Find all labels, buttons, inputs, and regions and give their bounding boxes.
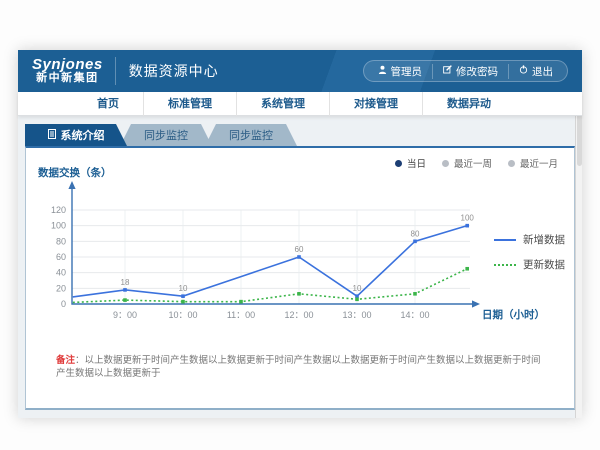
x-axis-arrow-icon (472, 300, 480, 307)
nav-item-standard-mgmt[interactable]: 标准管理 (143, 92, 236, 116)
data-point (465, 224, 469, 228)
page-title: 数据资源中心 (116, 61, 219, 81)
user-icon (378, 65, 387, 77)
data-point (355, 294, 359, 298)
user-menu: 管理员 修改密码 退出 (363, 60, 569, 82)
data-point-label: 60 (295, 245, 304, 254)
logo: Synjones 新中新集团 (18, 57, 116, 85)
edit-icon (443, 65, 452, 77)
tab-label: 系统介绍 (61, 127, 105, 143)
line-chart: 0 20 40 60 80 100 120 9：00 10：00 11：00 12：00 13：00 1… (26, 148, 574, 348)
power-icon (519, 65, 528, 77)
data-point (413, 292, 417, 296)
app-window: Synjones 新中新集团 数据资源中心 管理员 修改密码 退出 (18, 50, 582, 418)
user-button[interactable]: 管理员 (368, 64, 433, 79)
series-line-新增数据 (73, 226, 467, 297)
x-tick-label: 13：00 (342, 310, 371, 320)
data-point (239, 300, 243, 304)
time-range-filter: 当日 最近一周 最近一月 (395, 156, 558, 170)
y-tick-label: 0 (61, 299, 66, 309)
radio-dot-icon (395, 160, 402, 167)
series-line-更新数据 (73, 269, 467, 303)
tab-label: 同步监控 (229, 127, 273, 143)
x-tick-label: 10：00 (168, 310, 197, 320)
tab-bar: 系统介绍 同步监控 同步监控 (25, 124, 582, 146)
logout-label: 退出 (532, 64, 553, 79)
tab-label: 同步监控 (144, 127, 188, 143)
nav-item-data-change[interactable]: 数据异动 (422, 92, 515, 116)
y-tick-label: 120 (51, 205, 66, 215)
footnote: 备注：以上数据更新于时间产生数据以上数据更新于时间产生数据以上数据更新于时间产生… (56, 354, 548, 380)
x-tick-label: 12：00 (284, 310, 313, 320)
data-point (123, 298, 127, 302)
radio-last-week[interactable]: 最近一周 (442, 156, 492, 170)
x-tick-label: 14：00 (400, 310, 429, 320)
user-label: 管理员 (391, 64, 423, 79)
change-password-label: 修改密码 (456, 64, 498, 79)
y-axis-title: 数据交换（条） (37, 166, 112, 179)
legend-line-sample (494, 264, 516, 266)
data-point (355, 298, 359, 302)
x-tick-label: 9：00 (113, 310, 137, 320)
x-tick-label: 11：00 (227, 310, 255, 320)
page: Synjones 新中新集团 数据资源中心 管理员 修改密码 退出 (0, 0, 600, 450)
nav-item-system-mgmt[interactable]: 系统管理 (236, 92, 329, 116)
legend-label: 新增数据 (523, 232, 565, 247)
data-point-label: 10 (179, 284, 188, 293)
data-point-label: 18 (121, 278, 130, 287)
data-point-label: 80 (411, 229, 420, 238)
logout-button[interactable]: 退出 (508, 64, 563, 79)
footnote-text: ：以上数据更新于时间产生数据以上数据更新于时间产生数据以上数据更新于时间产生数据… (56, 355, 541, 379)
app-header: Synjones 新中新集团 数据资源中心 管理员 修改密码 退出 (18, 50, 582, 92)
tab-sync-monitor-2[interactable]: 同步监控 (205, 124, 297, 146)
change-password-button[interactable]: 修改密码 (432, 64, 508, 79)
data-point-label: 10 (353, 284, 362, 293)
content-area: 系统介绍 同步监控 同步监控 当日 最近一周 (18, 116, 582, 418)
x-axis-title: 日期（小时） (482, 308, 545, 321)
nav-item-interface-mgmt[interactable]: 对接管理 (329, 92, 422, 116)
data-point (297, 255, 301, 259)
data-point-label: 100 (461, 214, 475, 223)
y-tick-label: 100 (51, 221, 66, 231)
axis-lines (72, 188, 474, 304)
main-nav: 首页 标准管理 系统管理 对接管理 数据异动 (18, 92, 582, 116)
tab-sync-monitor-1[interactable]: 同步监控 (120, 124, 212, 146)
tab-system-intro[interactable]: 系统介绍 (25, 124, 127, 146)
legend-new-data: 新增数据 (494, 232, 565, 247)
y-tick-label: 60 (56, 252, 66, 262)
data-point (413, 240, 417, 244)
radio-dot-icon (442, 160, 449, 167)
logo-subtext: 新中新集团 (32, 72, 103, 85)
legend-line-sample (494, 239, 516, 241)
radio-label: 最近一月 (520, 156, 558, 170)
chart-panel: 当日 最近一周 最近一月 0 20 40 60 80 100 120 9：00 10：00 11：… (25, 146, 575, 410)
nav-item-home[interactable]: 首页 (73, 92, 143, 116)
legend-label: 更新数据 (523, 257, 565, 272)
radio-today[interactable]: 当日 (395, 156, 426, 170)
document-icon (48, 129, 56, 142)
y-tick-label: 40 (56, 268, 66, 278)
radio-dot-icon (508, 160, 515, 167)
data-point (465, 267, 469, 271)
radio-last-month[interactable]: 最近一月 (508, 156, 558, 170)
y-tick-label: 20 (56, 283, 66, 293)
footnote-prefix: 备注 (56, 355, 75, 366)
data-point (181, 300, 185, 304)
radio-label: 当日 (407, 156, 426, 170)
chart-legend: 新增数据 更新数据 (494, 232, 565, 272)
y-tick-label: 80 (56, 236, 66, 246)
logo-text: Synjones (32, 57, 103, 72)
radio-label: 最近一周 (454, 156, 492, 170)
y-axis-arrow-icon (68, 181, 75, 189)
data-point (181, 294, 185, 298)
legend-updated-data: 更新数据 (494, 257, 565, 272)
data-point (297, 292, 301, 296)
data-point (123, 288, 127, 292)
